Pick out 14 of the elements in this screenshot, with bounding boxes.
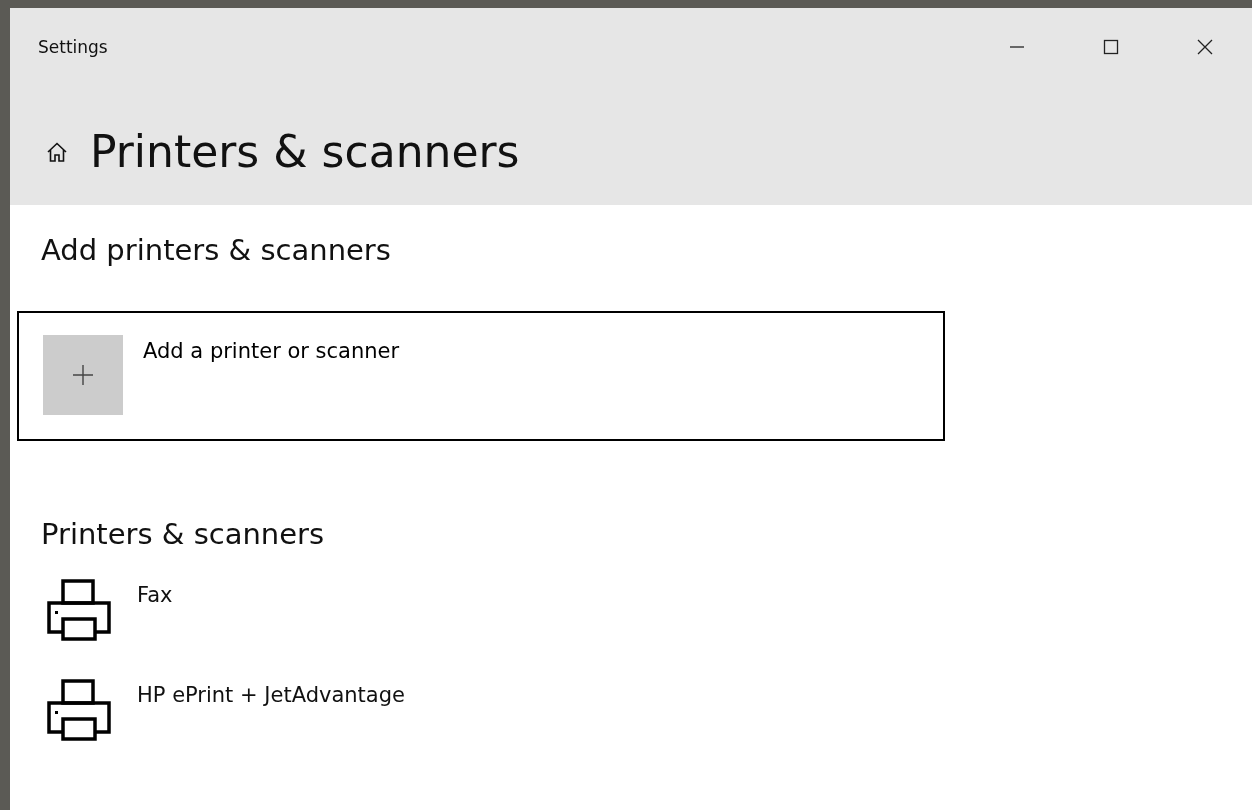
window-title: Settings: [38, 37, 108, 57]
section-heading: Printers & scanners: [41, 517, 325, 551]
maximize-icon: [1103, 39, 1119, 55]
section-heading: Add printers & scanners: [41, 233, 391, 267]
home-icon[interactable]: [46, 140, 68, 163]
minimize-icon: [1009, 46, 1025, 48]
printer-icon: [45, 577, 113, 643]
printer-name[interactable]: HP ePrint + JetAdvantage: [137, 683, 405, 707]
printer-name[interactable]: Fax: [137, 583, 173, 607]
page-title: Printers & scanners: [90, 126, 520, 177]
plus-icon: [43, 335, 123, 415]
close-icon: [1197, 39, 1213, 55]
add-printer-button[interactable]: Add a printer or scanner: [17, 311, 945, 441]
printer-icon: [45, 677, 113, 743]
